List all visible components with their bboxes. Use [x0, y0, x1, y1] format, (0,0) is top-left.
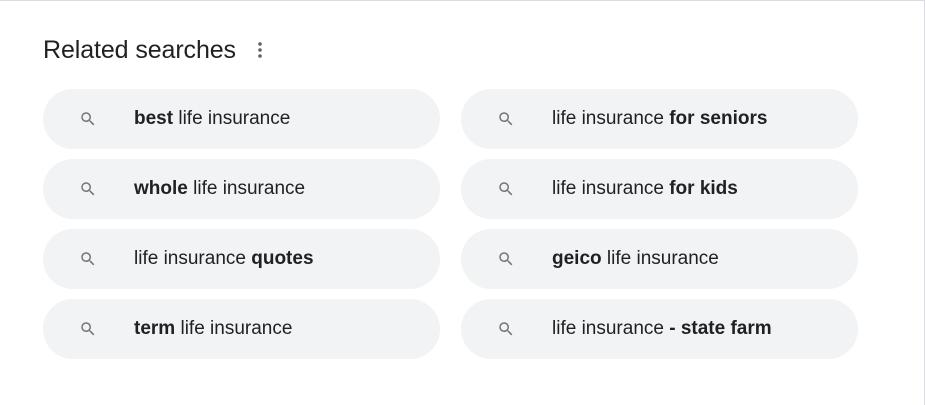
label-bold-part: term [134, 318, 176, 339]
related-search-label: life insurance - state farm [552, 318, 772, 340]
search-icon [78, 249, 98, 269]
related-search-label: term life insurance [134, 318, 292, 340]
label-part: life insurance [552, 108, 670, 129]
top-divider [0, 0, 925, 1]
search-icon [78, 109, 98, 129]
label-part: life insurance [187, 178, 306, 199]
related-search-chip[interactable]: life insurance - state farm [461, 299, 858, 359]
search-icon [496, 319, 516, 339]
related-search-label: geico life insurance [552, 248, 719, 270]
related-search-chip[interactable]: geico life insurance [461, 229, 858, 289]
more-options-button[interactable] [250, 36, 270, 64]
search-icon [78, 319, 98, 339]
label-bold-part: quotes [251, 248, 314, 269]
label-part: life insurance [134, 248, 252, 269]
label-part: life insurance [601, 248, 719, 269]
label-part: life insurance [552, 178, 670, 199]
label-part: life insurance [173, 108, 291, 129]
related-search-label: life insurance for kids [552, 178, 738, 200]
label-bold-part: for seniors [669, 108, 768, 129]
label-part: life insurance [175, 318, 293, 339]
section-title: Related searches [43, 35, 236, 64]
label-bold-part: geico [552, 248, 602, 269]
search-icon [78, 179, 98, 199]
label-part: life insurance [552, 318, 670, 339]
related-searches-header: Related searches [43, 34, 270, 66]
related-search-chip[interactable]: life insurance quotes [43, 229, 440, 289]
related-searches-grid: best life insurance life insurance for se… [43, 89, 858, 359]
related-search-label: life insurance for seniors [552, 108, 767, 130]
more-vert-icon [258, 42, 262, 58]
related-search-chip[interactable]: term life insurance [43, 299, 440, 359]
related-search-label: best life insurance [134, 108, 290, 130]
related-search-label: whole life insurance [134, 178, 305, 200]
search-icon [496, 179, 516, 199]
related-search-label: life insurance quotes [134, 248, 314, 270]
search-icon [496, 249, 516, 269]
label-bold-part: - state farm [669, 318, 772, 339]
label-bold-part: best [134, 108, 174, 129]
label-bold-part: whole [134, 178, 188, 199]
related-search-chip[interactable]: whole life insurance [43, 159, 440, 219]
label-bold-part: for kids [669, 178, 738, 199]
related-search-chip[interactable]: life insurance for seniors [461, 89, 858, 149]
related-search-chip[interactable]: life insurance for kids [461, 159, 858, 219]
related-search-chip[interactable]: best life insurance [43, 89, 440, 149]
search-icon [496, 109, 516, 129]
